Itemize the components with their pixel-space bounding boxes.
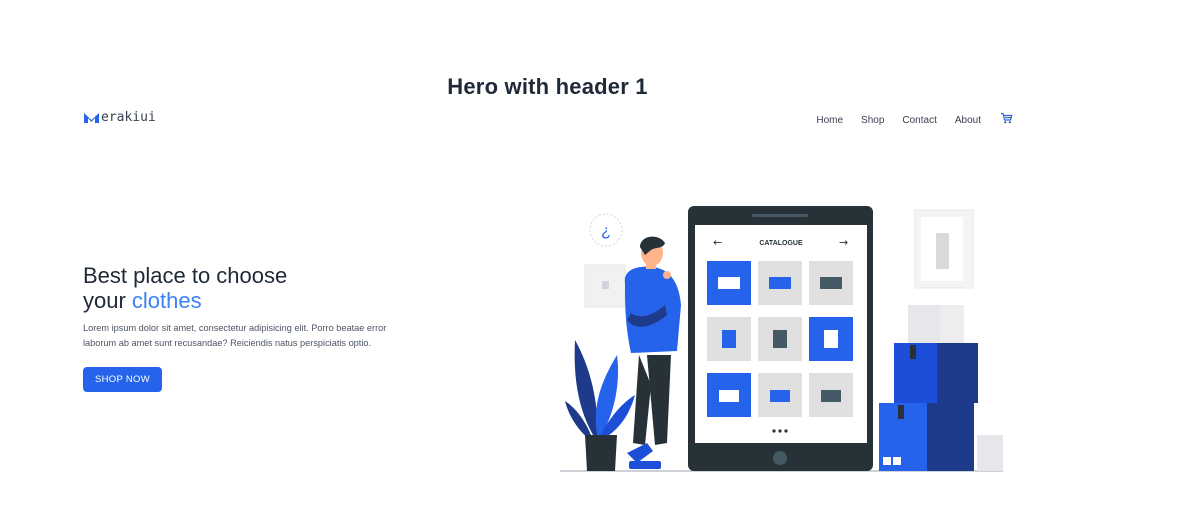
brand-logo[interactable]: erakiui (83, 110, 156, 125)
brand-name: erakiui (101, 110, 156, 125)
shopping-illustration: ¿ ← → CATALOGUE (560, 206, 1003, 472)
svg-text:←: ← (713, 236, 722, 249)
wall-frame-right-icon (914, 209, 974, 289)
person-icon (624, 236, 681, 469)
tablet-icon: ← → CATALOGUE (688, 206, 873, 471)
thought-symbol: ¿ (601, 223, 611, 240)
nav-link-contact[interactable]: Contact (902, 115, 936, 126)
svg-text:→: → (839, 236, 848, 249)
headline-word: your (83, 288, 126, 313)
thought-bubble-icon: ¿ (589, 213, 623, 247)
boxes-icon (879, 305, 1003, 471)
shop-now-button[interactable]: SHOP NOW (83, 367, 163, 392)
brand-m-icon (84, 112, 99, 123)
catalogue-title: CATALOGUE (759, 240, 803, 247)
nav-links: Home Shop Contact About (798, 111, 1013, 129)
nav-link-shop[interactable]: Shop (861, 115, 884, 126)
plant-icon (565, 340, 635, 471)
navbar: erakiui Home Shop Contact About (83, 108, 1013, 130)
hero-headline: Best place to choose your clothes (83, 263, 403, 313)
headline-line1: Best place to choose (83, 263, 288, 288)
wall-frame-left-icon (584, 264, 626, 308)
hero-description: Lorem ipsum dolor sit amet, consectetur … (83, 323, 387, 348)
page-title: Hero with header 1 (447, 74, 648, 99)
nav-link-home[interactable]: Home (816, 115, 843, 126)
headline-accent: clothes (131, 288, 202, 313)
nav-link-about[interactable]: About (955, 115, 981, 126)
hero-section: Best place to choose your clothes Lorem … (83, 263, 403, 392)
cart-icon[interactable] (1000, 111, 1013, 129)
